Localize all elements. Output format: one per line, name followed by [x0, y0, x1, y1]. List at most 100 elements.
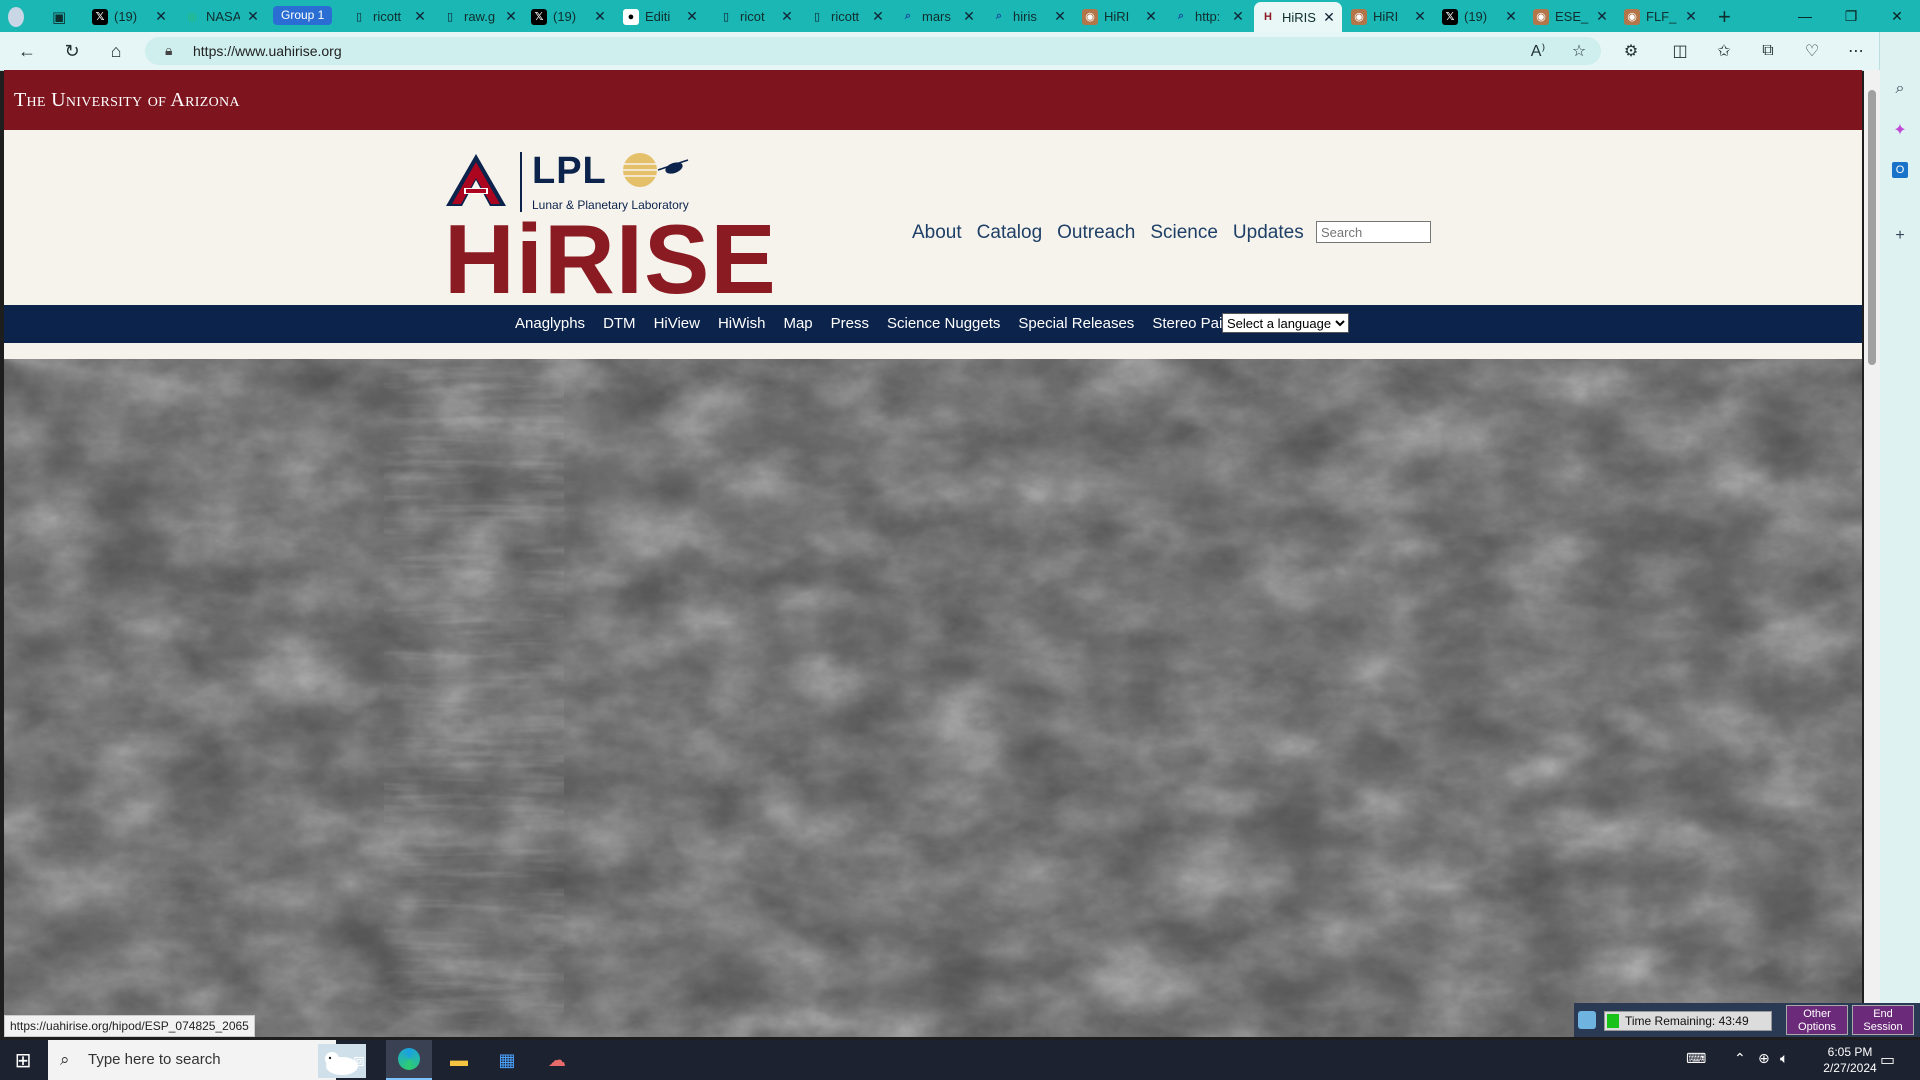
university-title[interactable]: The University of Arizona [14, 89, 240, 112]
favorites-button[interactable]: ✩ [1710, 37, 1738, 65]
close-tab-icon[interactable]: ✕ [154, 8, 168, 25]
tab-actions-button[interactable]: ▣ [46, 3, 82, 30]
mars-terrain-image [4, 359, 1862, 1037]
lock-icon: 🔒︎ [165, 42, 173, 58]
new-tab-button[interactable]: + [1712, 3, 1744, 30]
browser-tab[interactable]: ⌕ hiris ✕ [985, 3, 1073, 30]
image-icon: ◉ [1082, 8, 1098, 25]
sidebar-add-button[interactable]: + [1888, 224, 1912, 248]
scrollbar-thumb[interactable] [1868, 90, 1876, 365]
sidebar-outlook-button[interactable]: O [1888, 158, 1912, 182]
close-tab-icon[interactable]: ✕ [246, 8, 260, 25]
notifications-icon[interactable]: ▭ [1880, 1050, 1895, 1070]
other-options-button[interactable]: Other Options [1786, 1005, 1848, 1035]
close-tab-icon[interactable]: ✕ [1413, 8, 1427, 25]
document-icon: ▯ [722, 11, 730, 23]
hero-mars-image[interactable] [4, 359, 1862, 1037]
tab-group-chip[interactable]: Group 1 [273, 6, 333, 25]
close-tab-icon[interactable]: ✕ [1144, 8, 1158, 25]
minimize-button[interactable]: — [1782, 0, 1828, 32]
page-scrollbar[interactable] [1864, 70, 1880, 1037]
browser-tab[interactable]: ◉ FLF_ ✕ [1618, 3, 1704, 30]
close-window-button[interactable]: ✕ [1874, 0, 1920, 32]
close-tab-icon[interactable]: ✕ [1504, 8, 1518, 25]
browser-tab[interactable]: ▯ ricott ✕ [803, 3, 891, 30]
start-button[interactable]: ⊞ [0, 1040, 46, 1080]
taskbar-clock[interactable]: 6:05 PM 2/27/2024 [1816, 1044, 1884, 1076]
sidebar-designer-button[interactable]: ✦ [1888, 118, 1912, 142]
browser-tab[interactable]: 𝕏 (19) ✕ [86, 3, 174, 30]
taskbar-remote-app[interactable]: ☁ [534, 1040, 580, 1080]
keyboard-icon[interactable]: ⌨ [1686, 1050, 1706, 1067]
subnav-science-nuggets[interactable]: Science Nuggets [887, 315, 1000, 332]
url-text: https://www.uahirise.org [193, 43, 342, 59]
close-tab-icon[interactable]: ✕ [1595, 8, 1609, 25]
subnav-anaglyphs[interactable]: Anaglyphs [515, 315, 585, 332]
browser-tab[interactable]: 𝕏 (19) ✕ [1436, 3, 1524, 30]
read-aloud-button[interactable]: A⁾ [1524, 37, 1552, 65]
nav-science[interactable]: Science [1150, 222, 1218, 244]
browser-tab[interactable]: ◉ ESE_ ✕ [1527, 3, 1615, 30]
task-view-button[interactable]: ⧈ [336, 1040, 382, 1080]
subnav-special-releases[interactable]: Special Releases [1018, 315, 1134, 332]
browser-tab[interactable]: ⌕ http: ✕ [1167, 3, 1251, 30]
arizona-a-logo[interactable] [444, 152, 508, 208]
subnav-map[interactable]: Map [783, 315, 812, 332]
hirise-logo[interactable]: HiRISE [444, 210, 777, 308]
browser-essentials-button[interactable]: ♡ [1798, 37, 1826, 65]
subnav-hiwish[interactable]: HiWish [718, 315, 766, 332]
browser-tab[interactable]: ◉ HiRI ✕ [1076, 3, 1164, 30]
close-tab-icon[interactable]: ✕ [780, 8, 794, 25]
close-tab-icon[interactable]: ✕ [593, 8, 607, 25]
browser-tab[interactable]: ◉ HiRI ✕ [1345, 3, 1433, 30]
subnav-hiview[interactable]: HiView [654, 315, 700, 332]
taskbar-search-box[interactable]: ⌕ Type here to search [48, 1040, 366, 1080]
refresh-button[interactable]: ↻ [60, 39, 84, 63]
taskbar-edge[interactable] [386, 1040, 432, 1080]
browser-tab[interactable]: 𝕏 (19) ✕ [525, 3, 613, 30]
settings-menu-button[interactable]: ⋯ [1842, 37, 1870, 65]
nav-outreach[interactable]: Outreach [1057, 222, 1135, 244]
tab-title: (19) [553, 9, 577, 24]
close-tab-icon[interactable]: ✕ [1053, 8, 1067, 25]
browser-tab[interactable]: ⌕ mars ✕ [894, 3, 982, 30]
lpl-logo-text[interactable]: LPL [532, 150, 607, 193]
extensions-button[interactable]: ⚙ [1617, 37, 1645, 65]
close-tab-icon[interactable]: ✕ [1231, 8, 1245, 25]
subnav-press[interactable]: Press [831, 315, 869, 332]
url-field[interactable]: 🔒︎ https://www.uahirise.org [145, 37, 1601, 65]
end-session-button[interactable]: End Session [1852, 1005, 1914, 1035]
restore-button[interactable]: ❐ [1828, 0, 1874, 32]
close-tab-icon[interactable]: ✕ [685, 8, 699, 25]
nav-updates[interactable]: Updates [1233, 222, 1304, 244]
favorite-button[interactable]: ☆ [1565, 37, 1593, 65]
taskbar-store[interactable]: ▦ [484, 1040, 530, 1080]
back-button[interactable]: ← [15, 39, 39, 63]
close-tab-icon[interactable]: ✕ [504, 8, 518, 25]
browser-tab[interactable]: ▯ raw.g ✕ [436, 3, 524, 30]
browser-tab[interactable]: ● Editi ✕ [617, 3, 705, 30]
collections-button[interactable]: ⧉ [1754, 37, 1782, 65]
subnav-dtm[interactable]: DTM [603, 315, 636, 332]
volume-icon[interactable]: 🔈︎ [1780, 1050, 1788, 1067]
close-tab-icon[interactable]: ✕ [413, 8, 427, 25]
browser-tab[interactable]: ◎ NASA ✕ [178, 3, 266, 30]
profile-button[interactable] [2, 3, 46, 30]
nav-catalog[interactable]: Catalog [977, 222, 1043, 244]
language-select[interactable]: Select a language [1222, 313, 1349, 333]
taskbar-file-explorer[interactable]: ▬ [436, 1040, 482, 1080]
close-tab-icon[interactable]: ✕ [962, 8, 976, 25]
browser-tab[interactable]: ▯ ricot ✕ [712, 3, 800, 30]
close-tab-icon[interactable]: ✕ [1684, 8, 1698, 25]
sidebar-search-button[interactable]: ⌕ [1888, 77, 1912, 101]
network-icon[interactable]: ⊕ [1758, 1050, 1770, 1067]
show-hidden-icons[interactable]: ⌃ [1734, 1050, 1746, 1067]
close-tab-icon[interactable]: ✕ [1322, 9, 1336, 26]
browser-tab[interactable]: ▯ ricott ✕ [345, 3, 433, 30]
home-button[interactable]: ⌂ [104, 39, 128, 63]
close-tab-icon[interactable]: ✕ [871, 8, 885, 25]
nav-about[interactable]: About [912, 222, 962, 244]
browser-tab[interactable]: H HiRIS ✕ [1254, 2, 1342, 32]
site-search-input[interactable] [1316, 221, 1431, 243]
split-screen-button[interactable]: ◫ [1666, 37, 1694, 65]
